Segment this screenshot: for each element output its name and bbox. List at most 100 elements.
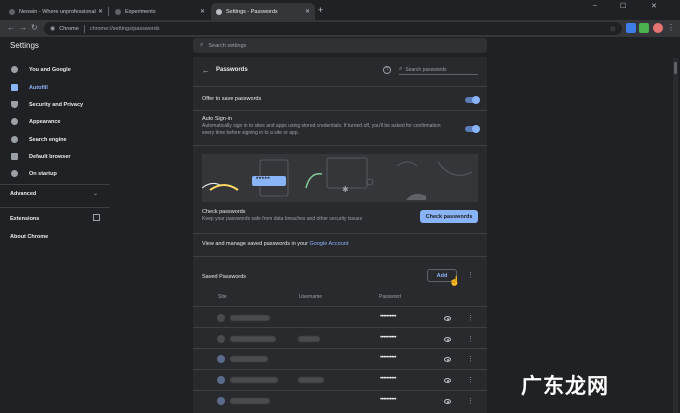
offer-to-save-label: Offer to save passwords [202,96,262,102]
forward-arrow-icon[interactable]: → [19,23,27,32]
more-actions-icon[interactable]: ⋮ [467,355,474,363]
mouse-cursor-icon: ☝ [449,276,461,286]
reload-icon[interactable]: ↻ [31,23,38,32]
search-placeholder: Search settings [208,42,247,49]
check-passwords-description: Keep your passwords safe from data breac… [202,216,363,222]
close-icon[interactable]: ✕ [200,8,205,15]
more-actions-icon[interactable]: ⋮ [467,335,474,343]
site-name-redacted [230,356,268,362]
extension-icon[interactable] [639,23,649,33]
menu-kebab-icon[interactable]: ⋮ [667,23,675,32]
offer-to-save-toggle[interactable] [465,96,480,104]
search-icon: ⌕ [200,42,204,48]
search-placeholder: Search passwords [405,66,447,73]
eye-icon[interactable] [444,378,451,383]
sidebar-item-default-browser[interactable]: Default browser [11,153,71,160]
divider [193,369,487,370]
search-settings-input[interactable]: ⌕ Search settings [193,38,487,53]
divider [193,256,487,257]
search-icon: ⌕ [399,66,403,72]
site-favicon-icon [217,355,225,363]
sidebar-item-appearance[interactable]: Appearance [11,118,61,125]
sidebar-item-on-startup[interactable]: On startup [11,170,57,177]
tab-neowin[interactable]: Neowin - Where unprofessional ✕ [4,3,108,20]
more-actions-icon[interactable]: ⋮ [467,314,474,322]
illustration-password-dots: ***** [256,177,271,183]
google-account-link[interactable]: Google Account [310,241,349,247]
scrollbar-track[interactable] [673,58,678,413]
close-window-button[interactable]: ✕ [651,2,657,10]
illustration-graphic: ✱ [202,157,473,200]
minimize-button[interactable]: – [593,2,597,9]
more-actions-icon[interactable]: ⋮ [467,397,474,405]
close-icon[interactable]: ✕ [305,8,310,15]
divider [193,306,487,307]
sidebar-item-label: Default browser [29,153,71,160]
sidebar-item-label: Appearance [29,118,61,125]
sidebar-item-search-engine[interactable]: Search engine [11,136,67,143]
more-actions-icon[interactable]: ⋮ [467,271,474,279]
auto-signin-toggle[interactable] [465,125,480,133]
site-name-redacted [230,377,278,383]
close-icon[interactable]: ✕ [98,8,103,15]
shield-icon [11,101,18,108]
column-header-password: Password [379,294,401,300]
password-check-illustration: ✱ ***** [202,154,478,202]
more-actions-icon[interactable]: ⋮ [467,376,474,384]
gear-icon [216,8,222,15]
eye-icon[interactable] [444,357,451,362]
bookmark-star-icon[interactable]: ☆ [610,25,616,33]
chevron-down-icon[interactable]: ⌄ [93,190,98,197]
address-bar[interactable]: ◉ Chrome chrome://settings/passwords ☆ [44,22,622,35]
back-arrow-icon[interactable]: ← [202,66,210,75]
url-prefix: Chrome [59,25,79,32]
password-masked: •••••••••• [380,335,397,341]
palette-icon [11,118,18,125]
search-icon [11,136,18,143]
search-passwords-input[interactable]: ⌕ Search passwords [399,65,478,75]
url-text: chrome://settings/passwords [89,25,160,32]
neowin-favicon-icon [9,8,15,15]
sidebar-item-label: On startup [29,170,57,177]
divider [193,390,487,391]
sidebar-extensions[interactable]: Extensions [10,216,39,222]
tab-label: Neowin - Where unprofessional [19,8,96,15]
sidebar-item-autofill[interactable]: Autofill [11,84,48,91]
profile-avatar-icon[interactable] [653,23,663,33]
eye-icon[interactable] [444,316,451,321]
sidebar-item-security[interactable]: Security and Privacy [11,101,83,108]
person-icon [11,66,18,73]
password-masked: •••••••••• [380,397,397,403]
auto-signin-label: Auto Sign-in [202,116,232,122]
column-header-username: Username [299,294,323,300]
open-external-icon[interactable] [93,214,100,221]
sidebar-item-you-and-google[interactable]: You and Google [11,66,71,73]
site-name-redacted [230,336,276,342]
tab-experiments[interactable]: Experiments ✕ [110,3,210,20]
sidebar-item-label: Search engine [29,136,67,143]
help-icon[interactable]: ? [383,66,391,74]
manage-passwords-text: View and manage saved passwords in your … [202,241,348,247]
power-icon [11,170,18,177]
new-tab-button[interactable]: + [318,5,323,15]
browser-toolbar: ← → ↻ ◉ Chrome chrome://settings/passwor… [0,20,680,37]
tab-label: Settings - Passwords [226,8,278,15]
browser-icon [11,153,18,160]
divider [193,86,487,87]
sidebar-about-chrome[interactable]: About Chrome [10,234,48,240]
sidebar-advanced[interactable]: Advanced [10,191,36,197]
scrollbar-thumb[interactable] [674,62,677,74]
maximize-button[interactable]: ☐ [620,2,626,10]
site-favicon-icon [217,397,225,405]
column-header-site: Site [218,294,227,300]
site-favicon-icon [217,335,225,343]
check-passwords-button[interactable]: Check passwords [420,210,478,223]
password-masked: •••••••••• [380,376,397,382]
back-arrow-icon[interactable]: ← [7,23,15,32]
tab-settings-passwords[interactable]: Settings - Passwords ✕ [211,3,315,20]
eye-icon[interactable] [444,337,451,342]
divider [193,233,487,234]
extension-icon[interactable] [626,23,636,33]
eye-icon[interactable] [444,399,451,404]
chrome-logo-icon: ◉ [50,26,56,32]
